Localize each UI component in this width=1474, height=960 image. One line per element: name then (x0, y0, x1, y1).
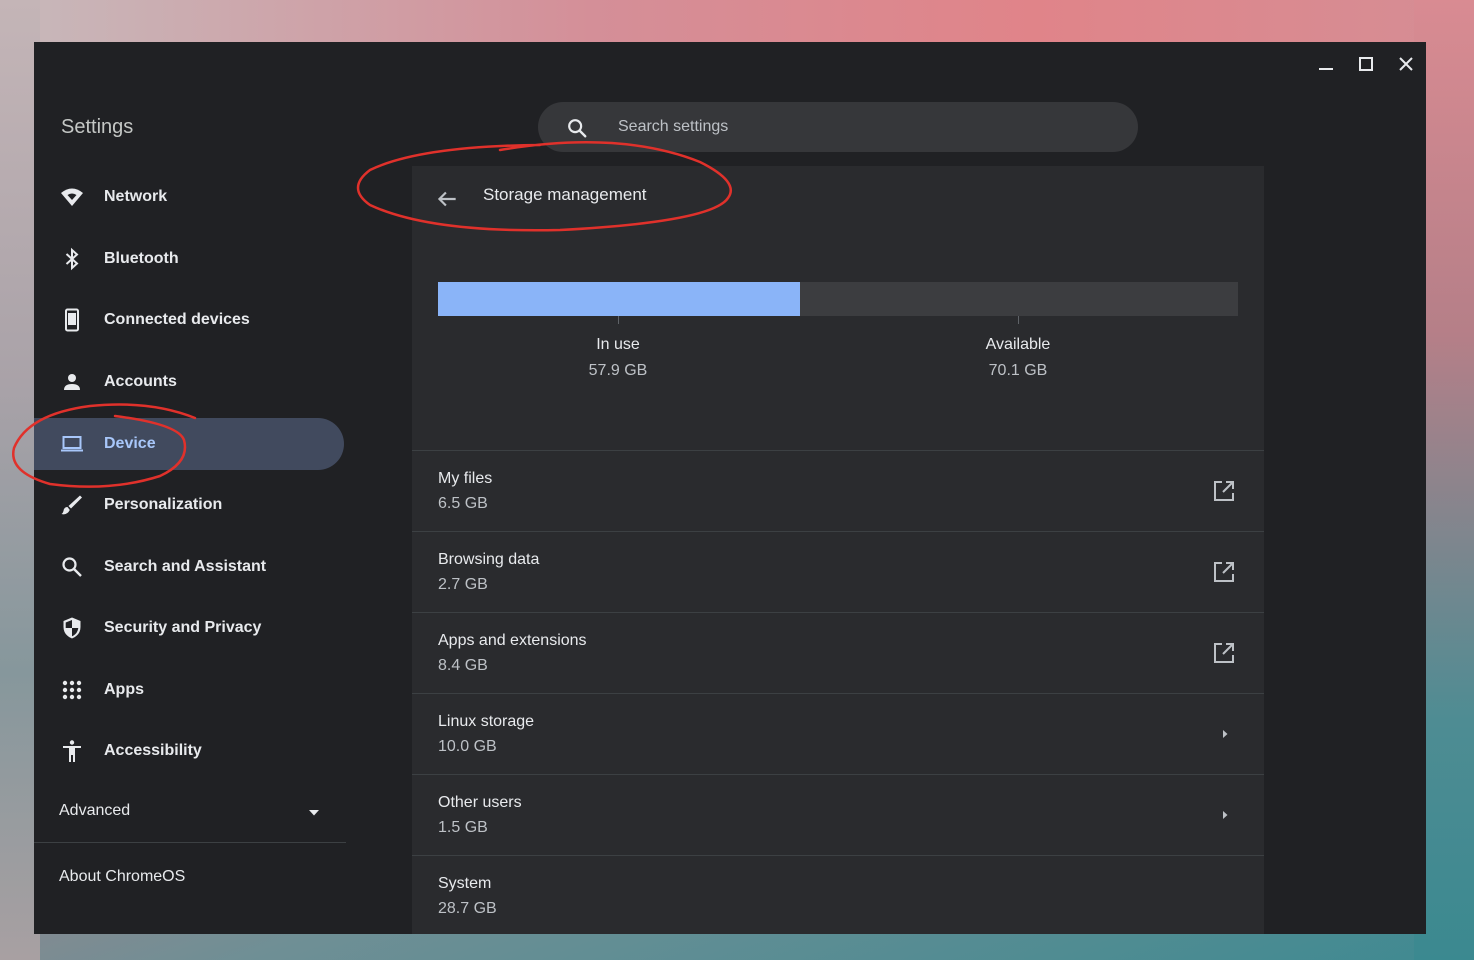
sidebar-item-label: Accessibility (104, 742, 202, 759)
row-name: Other users (438, 794, 522, 811)
close-icon (1399, 57, 1413, 71)
sidebar-divider (34, 842, 346, 843)
sidebar-item-accounts[interactable]: Accounts (34, 356, 344, 408)
minimize-button[interactable] (1310, 50, 1342, 78)
sidebar-item-connected-devices[interactable]: Connected devices (34, 294, 344, 346)
sidebar-item-label: Apps (104, 681, 144, 698)
storage-usage-bar (438, 282, 1238, 316)
wifi-icon (61, 188, 83, 206)
available-summary: Available 70.1 GB (918, 336, 1118, 380)
sidebar: Network Bluetooth Connected devices Acco… (34, 162, 412, 934)
available-tick (1018, 316, 1019, 324)
open-external-icon[interactable] (1212, 479, 1236, 503)
back-arrow-icon[interactable] (434, 186, 460, 212)
apps-grid-icon (62, 680, 82, 700)
storage-row-system: System 28.7 GB (412, 855, 1264, 934)
minimize-icon (1319, 68, 1333, 70)
storage-row-my-files[interactable]: My files 6.5 GB (412, 450, 1264, 531)
close-button[interactable] (1390, 50, 1422, 78)
open-external-icon[interactable] (1212, 641, 1236, 665)
accessibility-icon (63, 740, 81, 762)
about-chromeos-link[interactable]: About ChromeOS (59, 868, 185, 886)
bluetooth-icon (65, 247, 79, 271)
available-label: Available (985, 336, 1051, 353)
sidebar-item-label: Bluetooth (104, 250, 179, 267)
storage-row-browsing-data[interactable]: Browsing data 2.7 GB (412, 531, 1264, 612)
sidebar-item-device[interactable]: Device (34, 418, 344, 470)
sidebar-item-personalization[interactable]: Personalization (34, 479, 344, 531)
row-name: My files (438, 470, 493, 487)
row-size: 1.5 GB (438, 819, 488, 836)
in-use-tick (618, 316, 619, 324)
row-size: 2.7 GB (438, 576, 488, 593)
search-icon (568, 119, 587, 138)
advanced-label: Advanced (59, 802, 131, 819)
laptop-icon (61, 436, 83, 452)
advanced-toggle[interactable]: Advanced (59, 798, 329, 828)
in-use-label: In use (596, 336, 640, 353)
sidebar-item-label: Connected devices (104, 311, 250, 328)
in-use-summary: In use 57.9 GB (518, 336, 718, 380)
storage-management-page: Storage management In use 57.9 GB Availa… (412, 166, 1264, 934)
row-name: Browsing data (438, 551, 540, 568)
sidebar-item-bluetooth[interactable]: Bluetooth (34, 233, 344, 285)
sidebar-item-search-and-assistant[interactable]: Search and Assistant (34, 541, 344, 593)
in-use-value: 57.9 GB (588, 362, 648, 379)
maximize-button[interactable] (1350, 50, 1382, 78)
storage-row-linux-storage[interactable]: Linux storage 10.0 GB (412, 693, 1264, 774)
app-title: Settings (61, 116, 134, 138)
sidebar-item-label: Search and Assistant (104, 558, 267, 575)
title-bar: Settings (34, 42, 1426, 162)
sidebar-item-label: Network (104, 188, 168, 205)
sidebar-item-apps[interactable]: Apps (34, 664, 344, 716)
sidebar-item-label: Security and Privacy (104, 619, 262, 636)
page-title: Storage management (483, 185, 647, 204)
row-size: 6.5 GB (438, 495, 488, 512)
chevron-right-icon[interactable] (1220, 726, 1230, 742)
row-name: System (438, 875, 492, 892)
sidebar-item-accessibility[interactable]: Accessibility (34, 725, 344, 777)
sidebar-item-label: Personalization (104, 496, 223, 513)
maximize-icon (1359, 57, 1373, 71)
row-size: 8.4 GB (438, 657, 488, 674)
storage-used-fill (438, 282, 800, 316)
row-size: 28.7 GB (438, 900, 497, 917)
row-name: Linux storage (438, 713, 535, 730)
search-input[interactable] (618, 102, 1108, 152)
person-icon (64, 374, 80, 390)
open-external-icon[interactable] (1212, 560, 1236, 584)
storage-row-other-users[interactable]: Other users 1.5 GB (412, 774, 1264, 855)
sidebar-item-network[interactable]: Network (34, 171, 344, 223)
storage-row-apps-and-extensions[interactable]: Apps and extensions 8.4 GB (412, 612, 1264, 693)
row-size: 10.0 GB (438, 738, 497, 755)
row-name: Apps and extensions (438, 632, 587, 649)
available-value: 70.1 GB (988, 362, 1048, 379)
caret-down-icon (309, 810, 319, 816)
chevron-right-icon[interactable] (1220, 807, 1230, 823)
page-header: Storage management (412, 166, 1264, 228)
settings-window: Settings Network Bluetooth Connected dev… (34, 42, 1426, 934)
sidebar-item-security-and-privacy[interactable]: Security and Privacy (34, 602, 344, 654)
sidebar-item-label: Device (104, 435, 156, 452)
search-icon (62, 557, 82, 577)
search-box[interactable] (538, 102, 1138, 152)
phone-icon (65, 308, 79, 332)
brush-icon (61, 495, 82, 515)
sidebar-item-label: Accounts (104, 373, 177, 390)
shield-icon (63, 617, 81, 639)
